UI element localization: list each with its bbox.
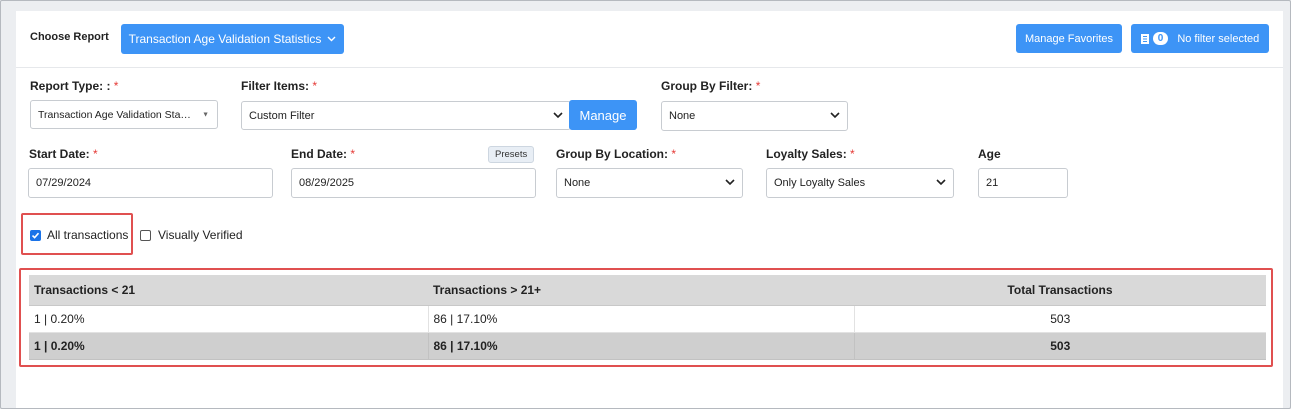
loyalty-sales-select[interactable]: Only Loyalty Sales: [766, 168, 954, 198]
filter-list-icon: [1140, 33, 1149, 44]
start-date-input[interactable]: 07/29/2024: [28, 168, 273, 198]
age-value: 21: [986, 177, 999, 189]
filter-status-button[interactable]: 0 No filter selected: [1131, 24, 1269, 53]
report-panel: Choose Report Transaction Age Validation…: [16, 11, 1283, 409]
visually-verified-option[interactable]: Visually Verified: [140, 228, 243, 242]
manage-favorites-button[interactable]: Manage Favorites: [1016, 24, 1122, 53]
group-by-location-label: Group By Location: *: [556, 147, 677, 161]
report-type-value: Transaction Age Validation Stat…: [38, 108, 193, 121]
group-by-filter-label: Group By Filter: *: [661, 79, 761, 93]
check-icon: [31, 232, 40, 239]
chevron-down-icon: [327, 36, 336, 42]
presets-button[interactable]: Presets: [488, 146, 535, 163]
all-transactions-label: All transactions: [47, 228, 129, 242]
report-type-label: Report Type: : *: [30, 79, 119, 93]
group-by-location-value: None: [564, 177, 591, 189]
visually-verified-checkbox[interactable]: [140, 229, 151, 241]
table-cell: 503: [853, 305, 1266, 333]
report-selector-button[interactable]: Transaction Age Validation Statistics: [121, 24, 344, 54]
manage-filter-button[interactable]: Manage: [569, 100, 637, 130]
report-type-select[interactable]: Transaction Age Validation Stat… ▼: [30, 100, 218, 129]
choose-report-label: Choose Report: [30, 31, 109, 43]
table-total-cell: 1 | 0.20%: [29, 332, 428, 360]
chevron-down-icon: [725, 179, 735, 186]
loyalty-sales-value: Only Loyalty Sales: [774, 177, 866, 189]
table-total-row: 1 | 0.20% 86 | 17.10% 503: [29, 332, 1266, 360]
stats-table-container: Transactions < 21 Transactions > 21+ Tot…: [29, 275, 1266, 360]
table-cell: 86 | 17.10%: [427, 305, 854, 333]
all-transactions-option[interactable]: All transactions: [30, 228, 128, 242]
age-label: Age: [978, 147, 1001, 161]
chevron-down-icon: [936, 179, 946, 186]
table-total-cell: 86 | 17.10%: [427, 332, 854, 360]
start-date-label: Start Date: *: [29, 147, 98, 161]
table-header-row: Transactions < 21 Transactions > 21+ Tot…: [29, 275, 1266, 306]
start-date-value: 07/29/2024: [36, 177, 92, 189]
chevron-down-icon: [830, 112, 840, 119]
end-date-value: 08/29/2025: [299, 177, 355, 189]
filter-count-badge: 0: [1152, 32, 1169, 45]
filter-items-value: Custom Filter: [249, 109, 315, 122]
chevron-down-icon: [553, 111, 563, 118]
caret-down-icon: ▼: [202, 111, 209, 118]
group-by-filter-select[interactable]: None: [661, 101, 848, 131]
all-transactions-checkbox[interactable]: [30, 229, 41, 241]
filter-items-label: Filter Items: *: [241, 79, 318, 93]
stats-table: Transactions < 21 Transactions > 21+ Tot…: [29, 275, 1266, 360]
loyalty-sales-label: Loyalty Sales: *: [766, 147, 855, 161]
filter-status-label: No filter selected: [1177, 32, 1260, 45]
table-cell: 1 | 0.20%: [29, 305, 428, 333]
column-header[interactable]: Transactions > 21+: [428, 275, 854, 306]
age-input[interactable]: 21: [978, 168, 1068, 198]
report-selector-label: Transaction Age Validation Statistics: [128, 32, 322, 46]
table-total-cell: 503: [853, 332, 1266, 360]
end-date-label: End Date: *: [291, 147, 356, 161]
group-by-location-select[interactable]: None: [556, 168, 743, 198]
column-header[interactable]: Transactions < 21: [29, 275, 428, 306]
group-by-filter-value: None: [669, 110, 696, 122]
visually-verified-label: Visually Verified: [158, 228, 243, 242]
filter-items-select[interactable]: Custom Filter: [241, 101, 571, 130]
column-header[interactable]: Total Transactions: [854, 275, 1266, 306]
end-date-input[interactable]: 08/29/2025: [291, 168, 536, 198]
table-row: 1 | 0.20% 86 | 17.10% 503: [29, 305, 1266, 333]
header-divider: [16, 67, 1283, 68]
